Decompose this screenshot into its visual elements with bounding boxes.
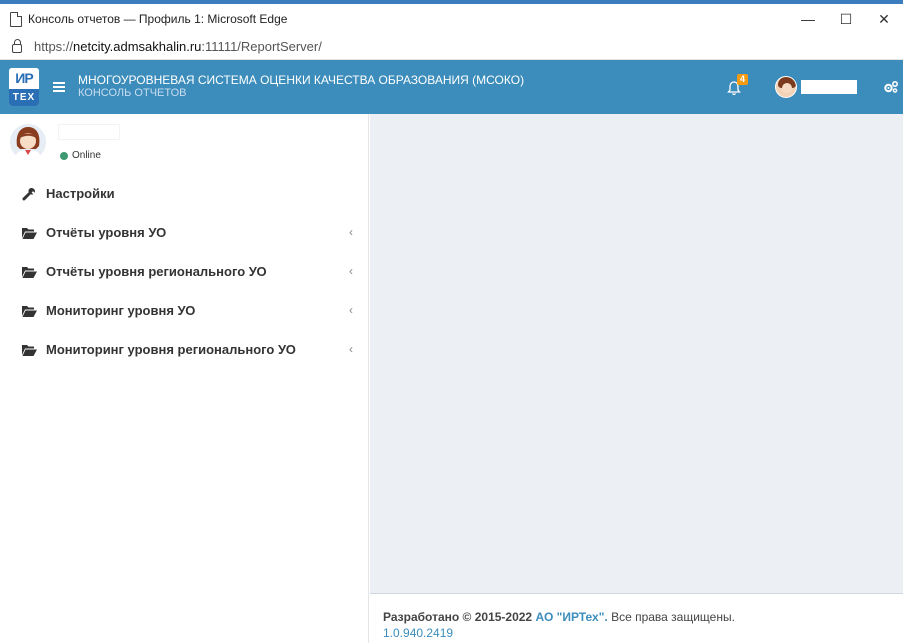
profile-name: [58, 124, 120, 140]
gears-icon[interactable]: [883, 80, 899, 94]
sidebar-item-label: Отчёты уровня УО: [46, 225, 167, 240]
woman-avatar-icon: [10, 124, 46, 160]
folder-open-icon: [22, 304, 38, 318]
window-title: Консоль отчетов — Профиль 1: Microsoft E…: [28, 12, 288, 26]
sidebar-item-reports-regional-uo[interactable]: Отчёты уровня регионального УО ‹: [0, 252, 368, 291]
app-subtitle: КОНСОЛЬ ОТЧЕТОВ: [78, 87, 187, 99]
main-content: [370, 114, 903, 593]
minimize-button[interactable]: —: [789, 4, 827, 34]
address-bar[interactable]: https://netcity.admsakhalin.ru:11111/Rep…: [0, 34, 903, 60]
maximize-button[interactable]: ☐: [827, 4, 865, 34]
footer-rights: Все права защищены.: [611, 610, 735, 624]
notification-badge: 4: [737, 74, 749, 85]
sidebar-item-reports-uo[interactable]: Отчёты уровня УО ‹: [0, 213, 368, 252]
hamburger-menu-icon[interactable]: [53, 82, 65, 92]
logo-bottom-text: ТЕХ: [9, 89, 39, 106]
chevron-left-icon[interactable]: ‹: [349, 225, 353, 239]
url-port-path: :11111/ReportServer/: [201, 39, 322, 54]
user-avatar[interactable]: [775, 76, 797, 98]
app-titles: МНОГОУРОВНЕВАЯ СИСТЕМА ОЦЕНКИ КАЧЕСТВА О…: [78, 74, 524, 100]
company-link[interactable]: АО "ИРТех".: [535, 610, 607, 624]
sidebar: Online Настройки Отчёты уровня УО ‹ Отчё…: [0, 114, 369, 643]
user-status: Online: [60, 150, 101, 161]
sidebar-item-monitoring-uo[interactable]: Мониторинг уровня УО ‹: [0, 291, 368, 330]
wrench-icon: [22, 187, 38, 201]
app-header: ИР ТЕХ МНОГОУРОВНЕВАЯ СИСТЕМА ОЦЕНКИ КАЧ…: [0, 60, 903, 114]
sidebar-item-label: Мониторинг уровня УО: [46, 303, 196, 318]
footer-developed: Разработано © 2015-2022: [383, 610, 533, 624]
close-button[interactable]: ✕: [865, 4, 903, 34]
logo-top-text: ИР: [9, 68, 39, 89]
logo[interactable]: ИР ТЕХ: [9, 68, 39, 106]
footer: Разработано © 2015-2022 АО "ИРТех". Все …: [370, 593, 903, 643]
profile-avatar: [10, 124, 46, 160]
folder-open-icon: [22, 343, 38, 357]
sidebar-item-label: Отчёты уровня регионального УО: [46, 264, 267, 279]
sidebar-item-monitoring-regional-uo[interactable]: Мониторинг уровня регионального УО ‹: [0, 330, 368, 369]
chevron-left-icon[interactable]: ‹: [349, 303, 353, 317]
online-status-icon: [60, 151, 68, 160]
url[interactable]: https://netcity.admsakhalin.ru:11111/Rep…: [34, 39, 322, 54]
app-title: МНОГОУРОВНЕВАЯ СИСТЕМА ОЦЕНКИ КАЧЕСТВА О…: [78, 73, 525, 87]
browser-titlebar: Консоль отчетов — Профиль 1: Microsoft E…: [0, 0, 903, 34]
folder-open-icon: [22, 265, 38, 279]
notifications-button[interactable]: 4: [727, 74, 749, 97]
sidebar-item-label: Настройки: [46, 186, 115, 201]
page-icon: [10, 11, 22, 27]
user-panel: Online: [0, 114, 368, 174]
app-version: 1.0.940.2419: [383, 626, 454, 640]
lock-icon[interactable]: [12, 39, 22, 53]
chevron-left-icon[interactable]: ‹: [349, 342, 353, 356]
sidebar-item-settings[interactable]: Настройки: [0, 174, 368, 213]
chevron-left-icon[interactable]: ‹: [349, 264, 353, 278]
folder-open-icon: [22, 226, 38, 240]
sidebar-menu: Настройки Отчёты уровня УО ‹ Отчёты уров…: [0, 174, 368, 369]
status-text: Online: [72, 150, 101, 161]
footer-copyright: Разработано © 2015-2022 АО "ИРТех". Все …: [383, 610, 903, 624]
url-protocol: https://: [34, 39, 74, 54]
user-name-field[interactable]: [801, 80, 857, 94]
sidebar-item-label: Мониторинг уровня регионального УО: [46, 342, 296, 357]
url-host: netcity.admsakhalin.ru: [73, 39, 202, 54]
